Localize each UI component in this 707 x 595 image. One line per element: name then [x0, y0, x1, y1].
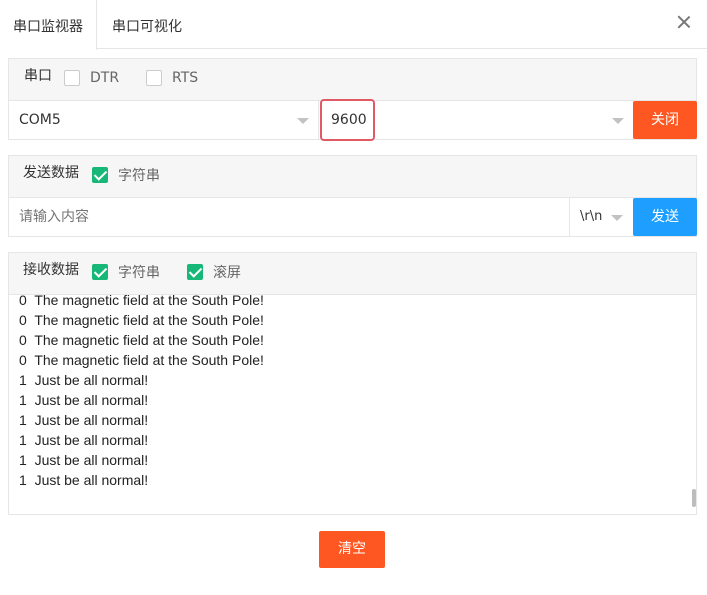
receive-string-label: 字符串	[118, 265, 160, 281]
close-icon[interactable]	[676, 14, 692, 30]
rts-checkbox[interactable]: RTS	[146, 68, 198, 88]
dtr-label: DTR	[90, 70, 120, 86]
clear-button[interactable]: 清空	[319, 531, 385, 568]
send-header: 发送数据 字符串	[9, 156, 696, 198]
send-string-label: 字符串	[118, 168, 160, 184]
log-line: 1 Just be all normal!	[19, 432, 149, 448]
send-string-checkbox[interactable]: 字符串	[92, 165, 160, 185]
serial-port-title: 串口	[24, 68, 52, 84]
log-line: 0 The magnetic field at the South Pole!	[19, 295, 264, 308]
log-line: 1 Just be all normal!	[19, 412, 149, 428]
log-line: 0 The magnetic field at the South Pole!	[19, 312, 264, 328]
line-ending-value: \r\n	[580, 209, 603, 224]
rts-label: RTS	[172, 70, 199, 86]
dtr-checkbox[interactable]: DTR	[64, 68, 119, 88]
log-line: 0 The magnetic field at the South Pole!	[19, 332, 264, 348]
log-line: 1 Just be all normal!	[19, 472, 149, 488]
log-scrollbar[interactable]	[692, 489, 696, 507]
port-select[interactable]: COM5	[9, 101, 319, 139]
receive-header: 接收数据 字符串 滚屏	[9, 253, 696, 295]
log-line: 0 The magnetic field at the South Pole!	[19, 352, 264, 368]
chevron-down-icon	[612, 118, 624, 124]
autoscroll-checkbox[interactable]: 滚屏	[187, 262, 241, 282]
log-line: 1 Just be all normal!	[19, 372, 149, 388]
send-panel: 发送数据 字符串 \r\n 发送	[8, 155, 697, 237]
receive-string-checkbox-box[interactable]	[92, 264, 108, 280]
tab-bar: 串口监视器 串口可视化	[0, 0, 707, 50]
serial-port-header: 串口 DTR RTS	[9, 59, 696, 101]
dtr-checkbox-box[interactable]	[64, 70, 80, 86]
port-select-value: COM5	[19, 112, 61, 128]
rts-checkbox-box[interactable]	[146, 70, 162, 86]
send-string-checkbox-box[interactable]	[92, 167, 108, 183]
tab-serial-monitor[interactable]: 串口监视器	[0, 0, 97, 50]
receive-string-checkbox[interactable]: 字符串	[92, 262, 160, 282]
baud-select-value: 9600	[331, 112, 367, 128]
receive-log[interactable]: 0 The magnetic field at the South Pole! …	[9, 295, 696, 512]
send-button[interactable]: 发送	[633, 198, 697, 236]
log-line: 1 Just be all normal!	[19, 392, 149, 408]
log-line: 1 Just be all normal!	[19, 452, 149, 468]
chevron-down-icon	[297, 118, 309, 124]
close-port-button[interactable]: 关闭	[633, 101, 697, 139]
send-input[interactable]	[9, 198, 570, 236]
tab-serial-visualization[interactable]: 串口可视化	[112, 0, 182, 49]
autoscroll-label: 滚屏	[213, 265, 241, 281]
chevron-down-icon	[611, 215, 623, 221]
autoscroll-checkbox-box[interactable]	[187, 264, 203, 280]
receive-panel: 接收数据 字符串 滚屏 0 The magnetic field at the …	[8, 252, 697, 515]
receive-title: 接收数据	[23, 262, 79, 278]
send-title: 发送数据	[23, 165, 79, 181]
line-ending-select[interactable]: \r\n	[570, 198, 633, 236]
serial-port-panel: 串口 DTR RTS COM5 9600 关闭	[8, 58, 697, 141]
baud-select[interactable]: 9600	[319, 99, 633, 141]
